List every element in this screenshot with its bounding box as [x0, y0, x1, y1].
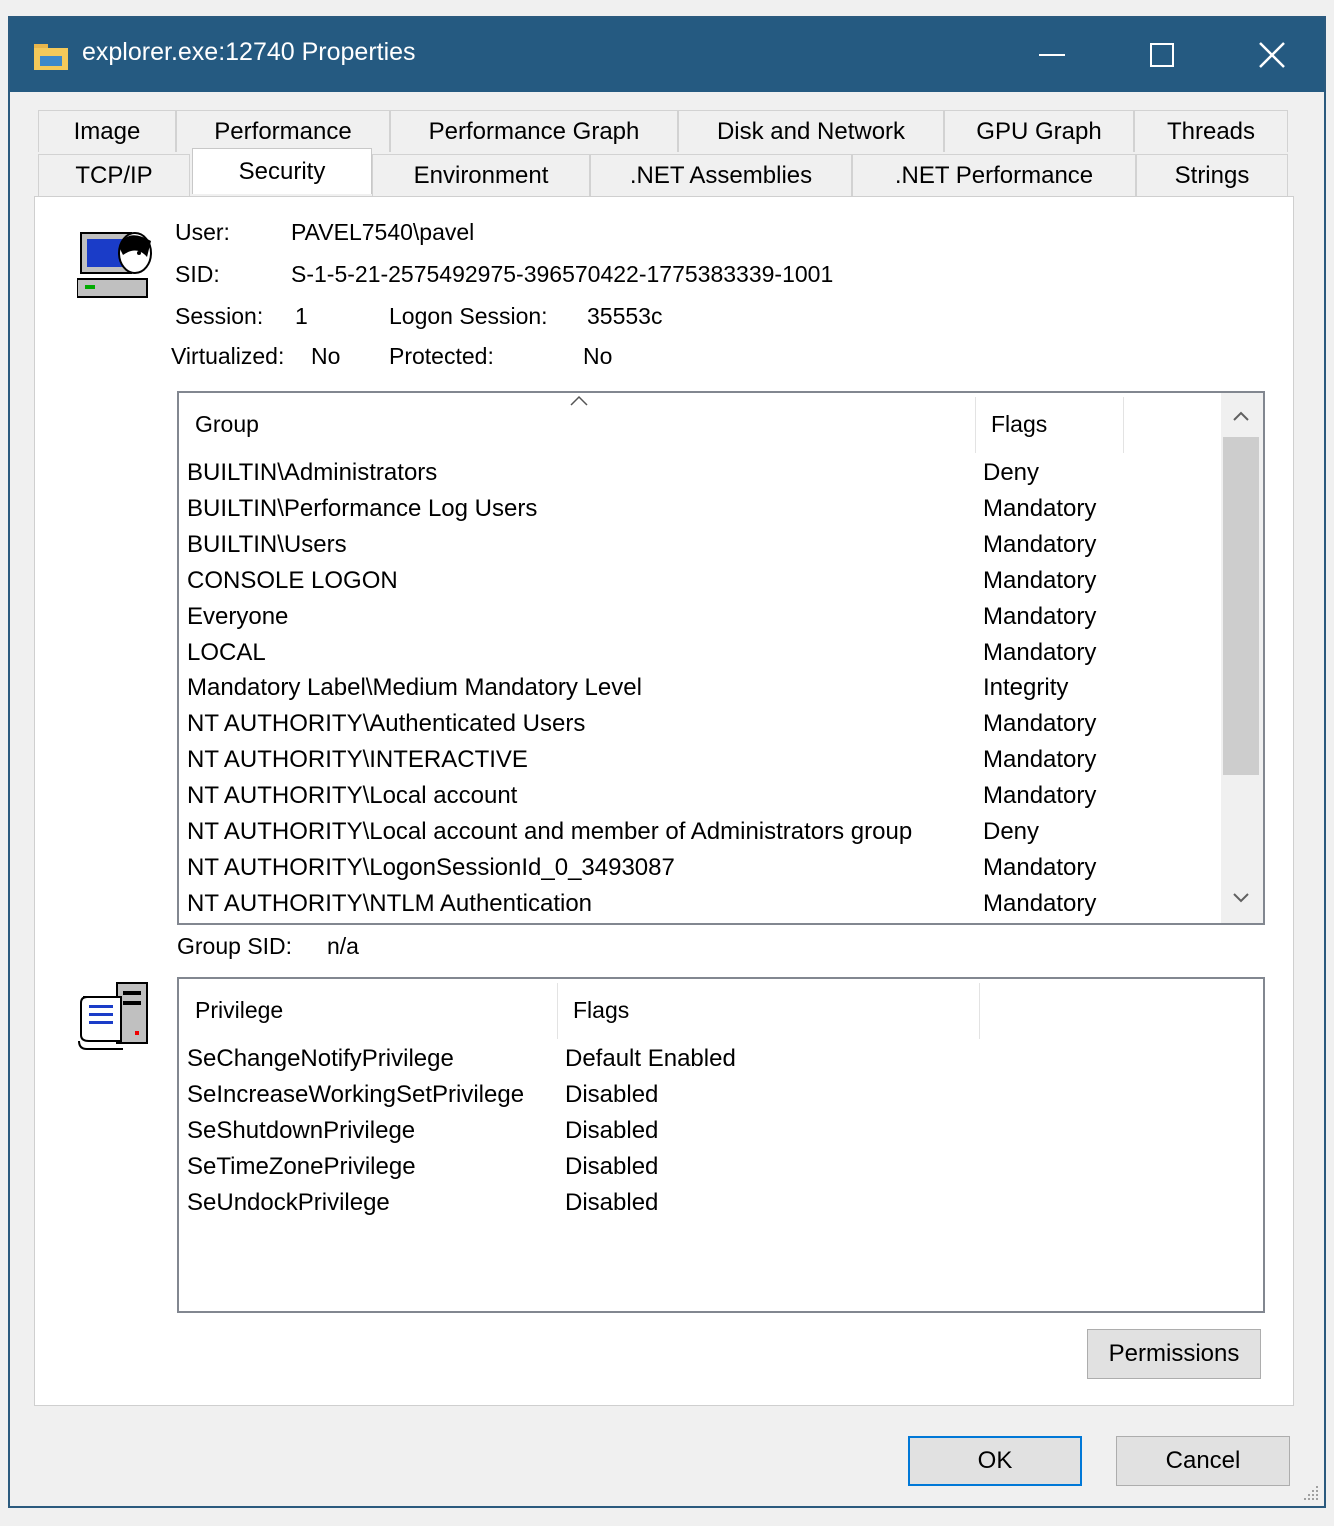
- group-row-flags[interactable]: Mandatory: [983, 599, 1096, 635]
- sort-up-icon: [570, 395, 588, 406]
- group-row-name[interactable]: LOCAL: [187, 635, 266, 671]
- column-divider[interactable]: [557, 983, 558, 1039]
- privilege-row-flags[interactable]: Disabled: [565, 1149, 658, 1185]
- group-row-flags[interactable]: Mandatory: [983, 850, 1096, 886]
- privilege-row-flags[interactable]: Default Enabled: [565, 1041, 736, 1077]
- user-value: PAVEL7540\pavel: [291, 219, 475, 245]
- resize-grip-icon[interactable]: [1302, 1484, 1320, 1502]
- privilege-row-name[interactable]: SeTimeZonePrivilege: [187, 1149, 416, 1185]
- group-row-flags[interactable]: Mandatory: [983, 527, 1096, 563]
- close-button[interactable]: [1220, 18, 1324, 92]
- ok-button[interactable]: OK: [908, 1436, 1082, 1486]
- group-row-name[interactable]: BUILTIN\Users: [187, 527, 347, 563]
- column-divider[interactable]: [1123, 397, 1124, 453]
- protected-value: No: [583, 343, 613, 369]
- group-row-name[interactable]: CONSOLE LOGON: [187, 563, 398, 599]
- minimize-button[interactable]: [1000, 18, 1104, 92]
- minimize-icon: [1039, 54, 1065, 56]
- group-row-flags[interactable]: Mandatory: [983, 742, 1096, 778]
- virtualized-label: Virtualized:: [171, 343, 285, 369]
- user-computer-icon: [77, 232, 152, 298]
- privileges-header-privilege[interactable]: Privilege: [195, 997, 283, 1024]
- maximize-button[interactable]: [1110, 18, 1214, 92]
- tab-image[interactable]: Image: [38, 110, 176, 152]
- tab-tcp-ip[interactable]: TCP/IP: [38, 154, 190, 196]
- tab-performance-graph[interactable]: Performance Graph: [390, 110, 678, 152]
- group-row-name[interactable]: NT AUTHORITY\NTLM Authentication: [187, 886, 592, 922]
- group-row-name[interactable]: NT AUTHORITY\INTERACTIVE: [187, 742, 528, 778]
- group-row-name[interactable]: NT AUTHORITY\Local account: [187, 778, 517, 814]
- group-row-flags[interactable]: Mandatory: [983, 635, 1096, 671]
- maximize-icon: [1150, 43, 1174, 67]
- groups-header-group[interactable]: Group: [195, 411, 259, 438]
- privilege-row-name[interactable]: SeUndockPrivilege: [187, 1185, 390, 1221]
- privileges-header-flags[interactable]: Flags: [573, 997, 629, 1024]
- group-row-name[interactable]: Mandatory Label\Medium Mandatory Level: [187, 670, 642, 706]
- cancel-button[interactable]: Cancel: [1116, 1436, 1290, 1486]
- logon-session-label: Logon Session:: [389, 303, 548, 329]
- privilege-row-flags[interactable]: Disabled: [565, 1185, 658, 1221]
- user-label: User:: [175, 219, 230, 245]
- tab-threads[interactable]: Threads: [1134, 110, 1288, 152]
- group-row-name[interactable]: NT AUTHORITY\Authenticated Users: [187, 706, 585, 742]
- group-row-flags[interactable]: Integrity: [983, 670, 1068, 706]
- column-divider[interactable]: [979, 983, 980, 1039]
- sid-label: SID:: [175, 261, 220, 287]
- tab-net-performance[interactable]: .NET Performance: [852, 154, 1136, 196]
- privilege-row-name[interactable]: SeIncreaseWorkingSetPrivilege: [187, 1077, 524, 1113]
- session-label: Session:: [175, 303, 264, 329]
- close-icon: [1259, 42, 1285, 68]
- permissions-button[interactable]: Permissions: [1087, 1329, 1261, 1379]
- privilege-row-flags[interactable]: Disabled: [565, 1077, 658, 1113]
- scroll-up-icon[interactable]: [1231, 409, 1251, 423]
- properties-window: explorer.exe:12740 Properties Image Perf…: [8, 16, 1326, 1508]
- tab-disk-and-network[interactable]: Disk and Network: [678, 110, 944, 152]
- privilege-row-name[interactable]: SeShutdownPrivilege: [187, 1113, 415, 1149]
- tab-gpu-graph[interactable]: GPU Graph: [944, 110, 1134, 152]
- group-row-name[interactable]: BUILTIN\Performance Log Users: [187, 491, 537, 527]
- group-sid-label: Group SID:: [177, 933, 293, 959]
- group-row-flags[interactable]: Deny: [983, 455, 1039, 491]
- group-row-flags[interactable]: Mandatory: [983, 563, 1096, 599]
- group-row-name[interactable]: BUILTIN\Administrators: [187, 455, 437, 491]
- group-row-flags[interactable]: Mandatory: [983, 886, 1096, 922]
- window-title: explorer.exe:12740 Properties: [82, 38, 416, 66]
- group-sid-value: n/a: [327, 933, 359, 959]
- group-row-name[interactable]: NT AUTHORITY\Local account and member of…: [187, 814, 912, 850]
- tab-performance[interactable]: Performance: [176, 110, 390, 152]
- group-row-name[interactable]: Everyone: [187, 599, 288, 635]
- title-bar[interactable]: explorer.exe:12740 Properties: [10, 18, 1324, 92]
- tab-net-assemblies[interactable]: .NET Assemblies: [590, 154, 852, 196]
- privilege-row-name[interactable]: SeChangeNotifyPrivilege: [187, 1041, 454, 1077]
- session-value: 1: [295, 303, 308, 329]
- group-row-flags[interactable]: Mandatory: [983, 491, 1096, 527]
- group-row-flags[interactable]: Mandatory: [983, 706, 1096, 742]
- group-row-flags[interactable]: Deny: [983, 814, 1039, 850]
- logon-session-value: 35553c: [587, 303, 663, 329]
- privilege-scroll-icon: [78, 982, 148, 1050]
- scroll-down-icon[interactable]: [1231, 891, 1251, 905]
- virtualized-value: No: [311, 343, 341, 369]
- tab-environment[interactable]: Environment: [372, 154, 590, 196]
- groups-list[interactable]: Group Flags BUILTIN\Administrators Deny BU…: [177, 391, 1265, 925]
- folder-icon: [34, 44, 68, 70]
- tab-security[interactable]: Security: [192, 148, 372, 194]
- security-panel: User: PAVEL7540\pavel SID: S-1-5-21-2575…: [34, 196, 1294, 1406]
- protected-label: Protected:: [389, 343, 494, 369]
- groups-scroll-thumb[interactable]: [1223, 437, 1259, 775]
- group-row-name[interactable]: NT AUTHORITY\LogonSessionId_0_3493087: [187, 850, 675, 886]
- tab-strings[interactable]: Strings: [1136, 154, 1288, 196]
- group-row-flags[interactable]: Mandatory: [983, 778, 1096, 814]
- groups-header-flags[interactable]: Flags: [991, 411, 1047, 438]
- privilege-row-flags[interactable]: Disabled: [565, 1113, 658, 1149]
- column-divider[interactable]: [975, 397, 976, 453]
- privileges-list[interactable]: Privilege Flags SeChangeNotifyPrivilege D…: [177, 977, 1265, 1313]
- sid-value: S-1-5-21-2575492975-396570422-1775383339…: [291, 261, 834, 287]
